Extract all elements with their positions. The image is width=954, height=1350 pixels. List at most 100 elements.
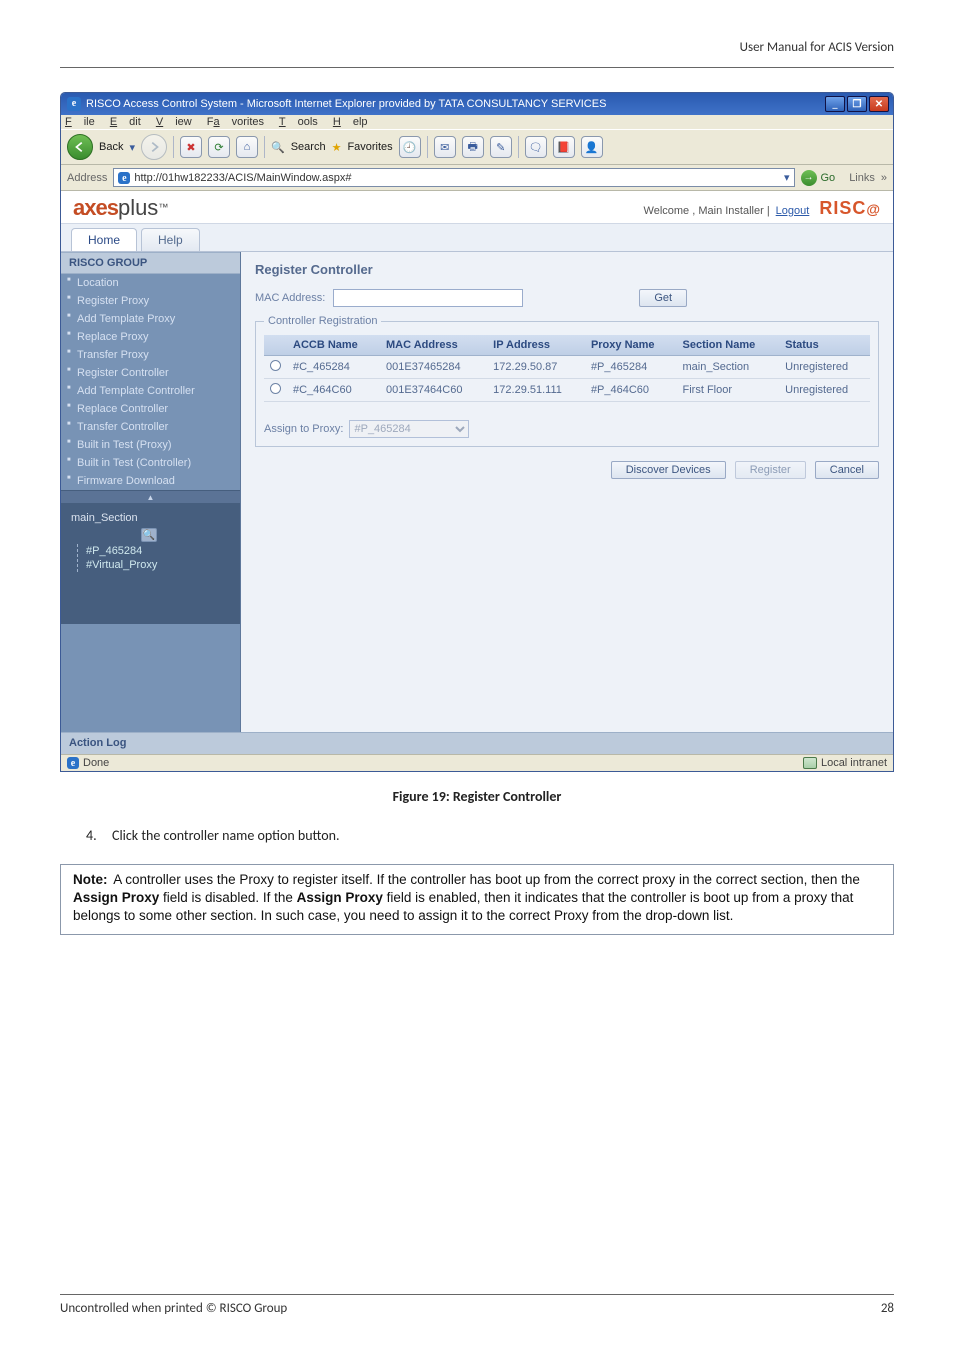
menu-view[interactable]: View (156, 116, 192, 128)
go-label: Go (821, 172, 836, 184)
mail-button[interactable]: ✉ (434, 136, 456, 158)
sidebar-item-replace-proxy[interactable]: Replace Proxy (61, 328, 240, 346)
tree-leaf-proxy-1[interactable]: #P_465284 (86, 544, 234, 558)
toolbar-separator (427, 136, 428, 158)
sidebar-item-transfer-controller[interactable]: Transfer Controller (61, 418, 240, 436)
step-item: 4. Click the controller name option butt… (86, 827, 894, 844)
sidebar-group-risco[interactable]: RISCO GROUP (61, 252, 240, 274)
mac-address-input[interactable] (333, 289, 523, 307)
col-section: Section Name (677, 335, 780, 356)
back-label: Back (99, 141, 123, 153)
history-icon: 🕘 (403, 141, 417, 154)
address-dropdown-icon[interactable]: ▾ (784, 171, 790, 184)
address-label: Address (67, 172, 107, 184)
links-chevron-icon[interactable]: » (881, 172, 887, 184)
search-tree-icon[interactable]: 🔍 (141, 528, 157, 542)
step-text: Click the controller name option button. (112, 827, 340, 844)
ie-titlebar: RISCO Access Control System - Microsoft … (61, 93, 893, 115)
sidebar-item-add-template-controller[interactable]: Add Template Controller (61, 382, 240, 400)
sidebar-item-bit-proxy[interactable]: Built in Test (Proxy) (61, 436, 240, 454)
forward-button[interactable] (141, 134, 167, 160)
col-proxy: Proxy Name (585, 335, 677, 356)
controller-registration-fieldset: Controller Registration ACCB Name MAC Ad… (255, 315, 879, 447)
edit-button[interactable]: ✎ (490, 136, 512, 158)
row-radio[interactable] (270, 360, 281, 371)
search-label[interactable]: Search (291, 141, 326, 153)
sidebar-item-transfer-proxy[interactable]: Transfer Proxy (61, 346, 240, 364)
tree-root-label[interactable]: main_Section (71, 512, 138, 524)
assign-proxy-select[interactable]: #P_465284 (349, 420, 469, 438)
welcome-text: Welcome , Main Installer | (644, 205, 770, 217)
sidebar-item-register-proxy[interactable]: Register Proxy (61, 292, 240, 310)
home-button[interactable]: ⌂ (236, 136, 258, 158)
footer-left: Uncontrolled when printed © RISCO Group (60, 1301, 287, 1316)
menu-favorites[interactable]: Favorites (207, 116, 264, 128)
menu-help[interactable]: Help (333, 116, 368, 128)
cell-mac: 001E37464C60 (380, 379, 487, 402)
sidebar-item-firmware-download[interactable]: Firmware Download (61, 472, 240, 490)
ie-address-bar: Address http://01hw182233/ACIS/MainWindo… (61, 165, 893, 191)
toolbar-separator (518, 136, 519, 158)
arrow-right-icon (147, 140, 161, 154)
discover-devices-button[interactable]: Discover Devices (611, 461, 726, 479)
favorites-icon: ★ (332, 141, 342, 154)
logout-link[interactable]: Logout (776, 205, 810, 217)
sidebar-item-replace-controller[interactable]: Replace Controller (61, 400, 240, 418)
assign-proxy-label: Assign to Proxy: (264, 423, 343, 435)
print-button[interactable]: 🖶 (462, 136, 484, 158)
menu-edit[interactable]: Edit (110, 116, 141, 128)
arrow-left-icon (73, 140, 87, 154)
cell-mac: 001E37465284 (380, 356, 487, 379)
logo-plus: plus (118, 195, 158, 220)
refresh-button[interactable]: ⟳ (208, 136, 230, 158)
back-dropdown-icon[interactable]: ▾ (129, 141, 135, 154)
research-button[interactable]: 📕 (553, 136, 575, 158)
cancel-button[interactable]: Cancel (815, 461, 879, 479)
back-button[interactable] (67, 134, 93, 160)
sidebar-item-location[interactable]: Location (61, 274, 240, 292)
stop-button[interactable]: ✖ (180, 136, 202, 158)
table-row[interactable]: #C_464C60 001E37464C60 172.29.51.111 #P_… (264, 379, 870, 402)
col-status: Status (779, 335, 870, 356)
tree-leaf-proxy-2[interactable]: #Virtual_Proxy (86, 558, 234, 572)
go-button[interactable]: → Go (801, 170, 836, 186)
sidebar-item-add-template-proxy[interactable]: Add Template Proxy (61, 310, 240, 328)
note-box: Note: A controller uses the Proxy to reg… (60, 864, 894, 935)
sidebar-item-register-controller[interactable]: Register Controller (61, 364, 240, 382)
sidebar-item-bit-controller[interactable]: Built in Test (Controller) (61, 454, 240, 472)
footer-page-number: 28 (881, 1301, 894, 1316)
favorites-label[interactable]: Favorites (347, 141, 392, 153)
messenger-icon: 👤 (585, 141, 599, 154)
sidebar: RISCO GROUP Location Register Proxy Add … (61, 252, 241, 732)
address-input[interactable]: http://01hw182233/ACIS/MainWindow.aspx# … (113, 168, 794, 187)
ie-menu-bar: File Edit View Favorites Tools Help (61, 115, 893, 129)
print-icon: 🖶 (467, 138, 477, 157)
history-button[interactable]: 🕘 (399, 136, 421, 158)
discuss-button[interactable]: 🗨 (525, 136, 547, 158)
security-zone-label: Local intranet (821, 757, 887, 769)
col-select (264, 335, 287, 356)
cell-status: Unregistered (779, 356, 870, 379)
window-restore-button[interactable]: ❐ (847, 96, 867, 112)
table-row[interactable]: #C_465284 001E37465284 172.29.50.87 #P_4… (264, 356, 870, 379)
sidebar-collapse-handle[interactable] (61, 490, 240, 504)
tab-home[interactable]: Home (71, 228, 137, 251)
stop-icon: ✖ (186, 141, 195, 154)
links-label[interactable]: Links (849, 172, 875, 184)
messenger-button[interactable]: 👤 (581, 136, 603, 158)
row-radio[interactable] (270, 383, 281, 394)
cell-status: Unregistered (779, 379, 870, 402)
toolbar-separator (264, 136, 265, 158)
window-close-button[interactable]: ✕ (869, 96, 889, 112)
window-minimize-button[interactable]: _ (825, 96, 845, 112)
menu-file[interactable]: File (65, 116, 95, 128)
get-button[interactable]: Get (639, 289, 687, 307)
home-icon: ⌂ (244, 141, 251, 153)
action-log-bar[interactable]: Action Log (61, 732, 893, 754)
register-button[interactable]: Register (735, 461, 806, 479)
tab-bar: Home Help (61, 223, 893, 252)
ie-toolbar: Back ▾ ✖ ⟳ ⌂ 🔍 Search ★ Favorites 🕘 ✉ 🖶 … (61, 129, 893, 165)
cell-accb: #C_465284 (287, 356, 380, 379)
menu-tools[interactable]: Tools (279, 116, 318, 128)
tab-help[interactable]: Help (141, 228, 200, 251)
